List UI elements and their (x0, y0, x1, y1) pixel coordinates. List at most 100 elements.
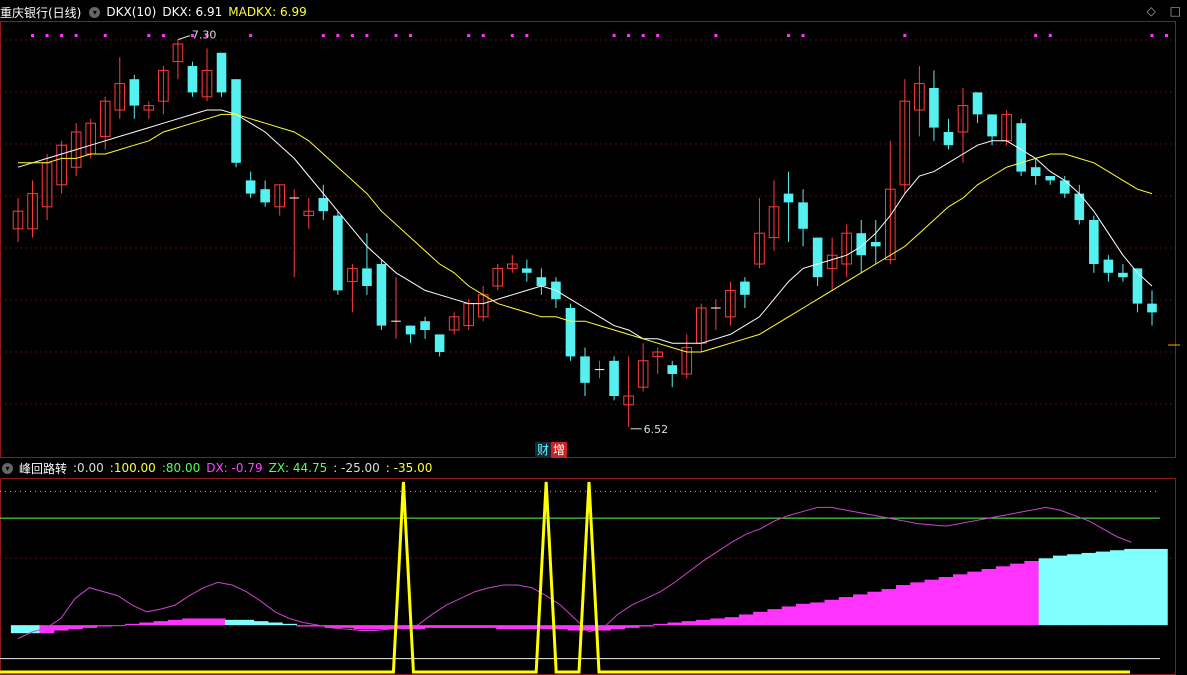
candle-body (870, 242, 881, 247)
indicator-bar (182, 618, 198, 626)
indicator-bar (496, 625, 512, 630)
indicator-bar (553, 625, 569, 630)
indicator-bar (824, 599, 840, 626)
high-annotation: 7.30 (192, 29, 217, 42)
signal-marker (321, 34, 325, 37)
candle-body (1103, 259, 1114, 273)
candle-body (245, 180, 256, 194)
indicator-bar (710, 618, 726, 626)
indicator-bar (696, 619, 711, 626)
indicator-bar (82, 625, 98, 628)
signal-marker (787, 34, 791, 37)
indicator-bar (981, 568, 997, 626)
candle-body (231, 79, 241, 163)
candle-body (187, 66, 198, 93)
indicator-bar (610, 625, 626, 630)
indicator-bar (1124, 548, 1140, 626)
cai-badge[interactable]: 财 (535, 442, 552, 458)
candle-body (522, 268, 532, 273)
dkx-line (17, 109, 1153, 344)
zeng-badge[interactable]: 增 (551, 442, 568, 458)
indicator-bar (167, 619, 183, 626)
indicator-bar (367, 625, 383, 630)
indicator-bar (253, 621, 269, 626)
candle-body (798, 202, 808, 229)
signal-marker (103, 34, 107, 37)
sub-value-zx: ZX: 44.75 (268, 461, 328, 475)
candle-body (1118, 272, 1128, 278)
indicator-bar (638, 625, 654, 627)
indicator-bar (481, 625, 497, 628)
candle-body (318, 198, 329, 212)
indicator-bar (224, 619, 240, 626)
indicator-bar (153, 621, 169, 626)
indicator-bar (282, 623, 297, 626)
signal-marker (409, 34, 413, 37)
indicator-bar (196, 618, 212, 626)
signal-marker (350, 34, 354, 37)
indicator-bar (667, 622, 683, 626)
candle-body (536, 277, 547, 286)
candle-body (740, 281, 750, 295)
indicator-chart[interactable] (0, 478, 1187, 675)
candle-body (1132, 268, 1143, 304)
indicator-bar (1152, 548, 1168, 626)
signal-marker (60, 34, 64, 37)
signal-marker (612, 34, 616, 37)
candle-body (376, 264, 387, 326)
indicator-bar (510, 625, 526, 630)
candlestick-chart[interactable]: 7.30 6.52 (0, 0, 1187, 458)
sub-title[interactable]: 峰回路转 (19, 460, 67, 477)
candle-body (783, 193, 794, 203)
indicator-bar (681, 621, 697, 626)
indicator-bar (139, 622, 155, 626)
signal-marker (1165, 34, 1169, 37)
candle-body (420, 321, 430, 330)
candle-body (856, 233, 867, 256)
indicator-bar (1052, 555, 1068, 626)
signal-marker (336, 34, 340, 37)
signal-marker (467, 34, 471, 37)
indicator-bar (767, 609, 783, 626)
indicator-bar (1095, 551, 1111, 626)
annotation-pointer (177, 35, 191, 41)
indicator-bar (424, 625, 440, 628)
indicator-bar (96, 625, 112, 627)
indicator-bar (867, 591, 883, 626)
indicator-bar (724, 617, 740, 626)
candle-body (987, 114, 997, 137)
sub-value-dx: DX: -0.79 (206, 461, 263, 475)
indicator-bar (539, 625, 554, 630)
candle-body (1030, 167, 1041, 176)
indicator-bar (125, 623, 140, 626)
indicator-bar (753, 611, 769, 626)
indicator-bar (967, 571, 983, 626)
indicator-bar (1110, 550, 1125, 626)
indicator-bar (67, 625, 83, 630)
signal-marker (161, 34, 165, 37)
indicator-bar (1138, 548, 1154, 626)
indicator-bar (339, 625, 355, 628)
sub-value-5: : -25.00 (333, 461, 380, 475)
candle-body (1045, 176, 1056, 181)
signal-marker (1048, 34, 1052, 37)
indicator-bar (995, 566, 1011, 626)
indicator-bar (938, 577, 954, 626)
candle-body (405, 325, 416, 335)
candle-body (434, 334, 445, 352)
indicator-bar (653, 623, 669, 626)
signal-marker (903, 34, 907, 37)
indicator-bar (210, 618, 226, 626)
signal-marker (714, 34, 718, 37)
candle-body (929, 88, 939, 128)
indicator-bar (1010, 563, 1025, 626)
candle-body (1147, 303, 1157, 313)
candle-body (1089, 220, 1099, 264)
candle-body (260, 189, 270, 203)
candle-body (667, 365, 678, 374)
indicator-bar (924, 579, 940, 626)
dropdown-icon[interactable]: ▾ (2, 462, 13, 474)
candle-body (943, 132, 954, 146)
indicator-bar (910, 582, 926, 626)
indicator-bar (781, 606, 797, 626)
